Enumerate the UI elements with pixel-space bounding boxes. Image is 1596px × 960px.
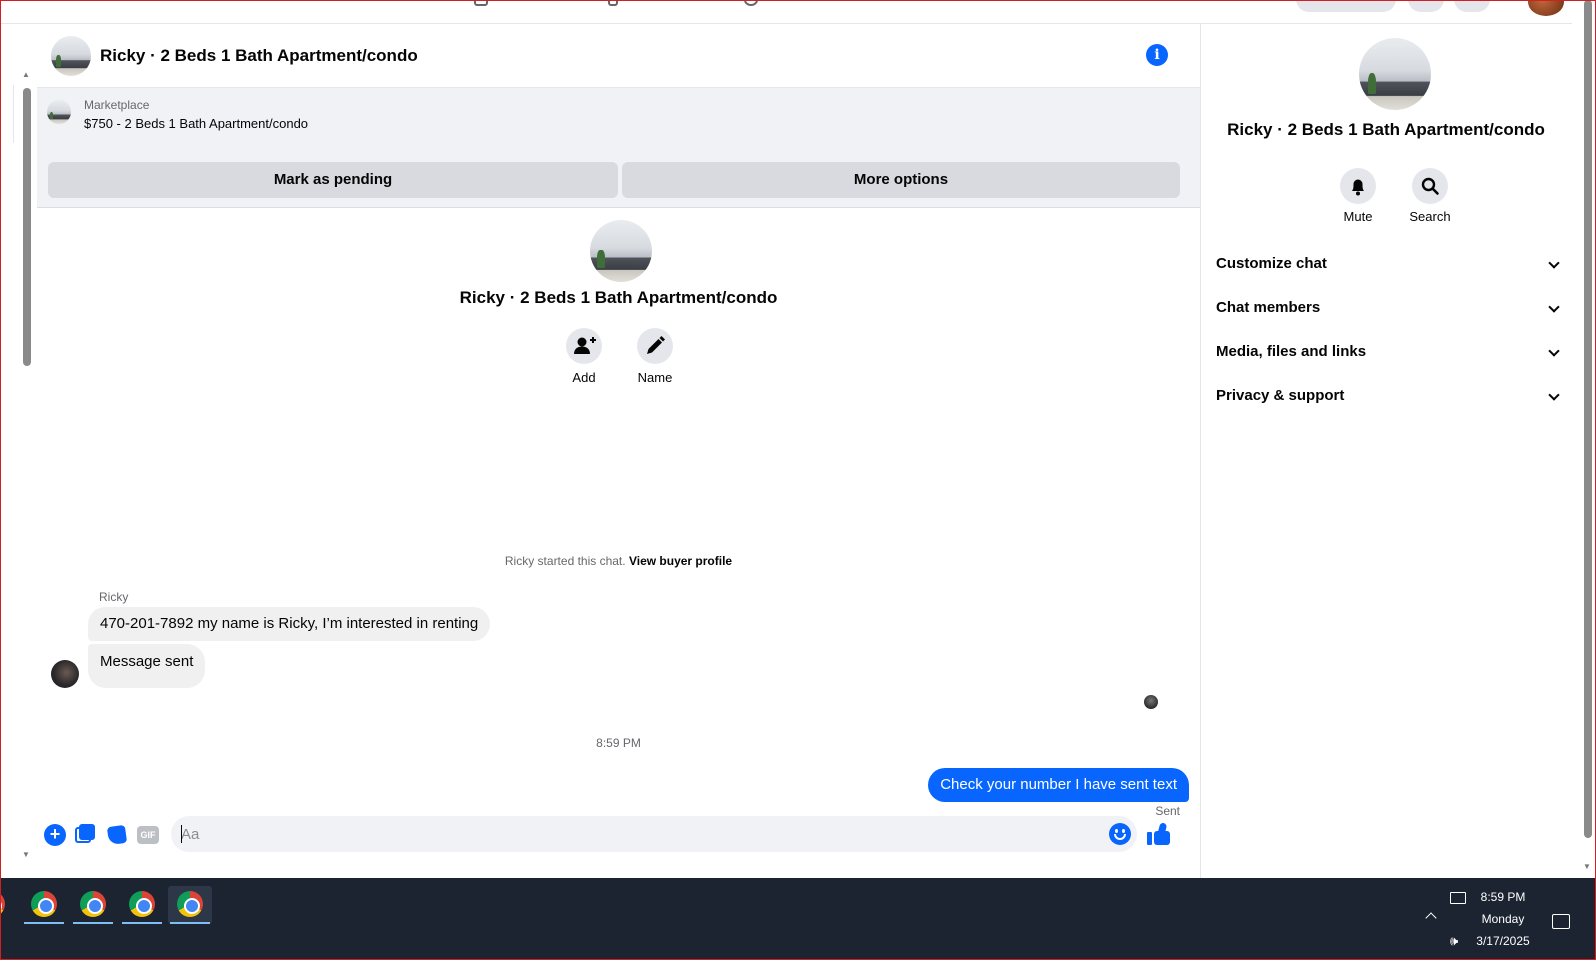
- marketplace-label: Marketplace: [84, 98, 150, 112]
- message-input[interactable]: [181, 816, 1081, 852]
- listing-thumbnail[interactable]: [47, 100, 71, 124]
- chat-avatar[interactable]: [51, 36, 91, 76]
- chevron-down-icon: [1548, 257, 1560, 269]
- bell-icon: [1340, 168, 1376, 204]
- name-chat-button[interactable]: Name: [625, 328, 685, 385]
- mute-label: Mute: [1343, 209, 1373, 224]
- emoji-icon[interactable]: [1109, 823, 1131, 845]
- marketplace-icon[interactable]: [474, 0, 488, 6]
- account-avatar[interactable]: [1528, 0, 1564, 16]
- pencil-icon: [637, 328, 673, 364]
- chevron-down-icon: [1548, 345, 1560, 357]
- search-icon: [1412, 168, 1448, 204]
- running-indicator: [24, 922, 64, 924]
- network-icon[interactable]: [1450, 892, 1466, 904]
- outgoing-message[interactable]: Check your number I have sent text: [928, 768, 1189, 802]
- taskbar-app[interactable]: [0, 886, 14, 924]
- page-scrollbar-thumb[interactable]: [1584, 0, 1592, 838]
- clock-date[interactable]: 3/17/2025: [1468, 934, 1538, 948]
- seen-receipt-avatar: [1144, 695, 1158, 709]
- left-panel-edge: [0, 85, 14, 143]
- taskbar-chrome-window[interactable]: [22, 886, 66, 924]
- sidebar-avatar[interactable]: [1359, 38, 1431, 110]
- started-text: Ricky started this chat.: [504, 554, 626, 568]
- section-label: Privacy & support: [1216, 387, 1345, 404]
- chrome-icon: [177, 891, 203, 917]
- media-files-links-section[interactable]: Media, files and links: [1216, 332, 1568, 372]
- chat-started-notice: Ricky started this chat. View buyer prof…: [37, 554, 1200, 568]
- sticker-icon[interactable]: [106, 824, 129, 846]
- section-label: Customize chat: [1216, 255, 1327, 272]
- listing-title[interactable]: $750 - 2 Beds 1 Bath Apartment/condo: [84, 116, 308, 131]
- add-people-button[interactable]: Add: [554, 328, 614, 385]
- message-sender-name: Ricky: [99, 590, 129, 604]
- sender-avatar[interactable]: [51, 660, 79, 688]
- text-cursor: [181, 825, 182, 843]
- scroll-up-arrow-icon[interactable]: ▲: [22, 70, 30, 79]
- taskbar-chrome-window-active[interactable]: [168, 886, 212, 924]
- page-scrollbar[interactable]: ▼: [1572, 0, 1596, 878]
- more-actions-plus-icon[interactable]: +: [44, 824, 66, 846]
- thumbs-up-icon[interactable]: [1147, 822, 1173, 848]
- running-indicator: [73, 922, 113, 924]
- search-label: Search: [1409, 209, 1451, 224]
- privacy-support-section[interactable]: Privacy & support: [1216, 376, 1568, 416]
- sidebar-chat-name: Ricky · 2 Beds 1 Bath Apartment/condo: [1227, 120, 1545, 139]
- volume-icon[interactable]: 🕪: [1450, 933, 1458, 949]
- create-button[interactable]: [1296, 0, 1396, 12]
- notification-center-icon[interactable]: [1552, 914, 1570, 929]
- taskbar-chrome-window[interactable]: [71, 886, 115, 924]
- groups-icon[interactable]: [744, 0, 758, 6]
- marketplace-listing-bar: Marketplace $750 - 2 Beds 1 Bath Apartme…: [37, 88, 1200, 208]
- gif-icon[interactable]: GIF: [137, 826, 159, 844]
- add-person-icon: [566, 328, 602, 364]
- show-hidden-icons-chevron-icon[interactable]: [1425, 912, 1437, 924]
- info-icon[interactable]: i: [1146, 44, 1168, 66]
- top-navigation-bar: [0, 0, 1596, 24]
- name-label: Name: [637, 370, 673, 385]
- intro-name: Ricky · 2 Beds 1 Bath Apartment/condo: [459, 288, 778, 307]
- chrome-icon: [80, 891, 106, 917]
- running-indicator: [170, 922, 210, 924]
- windows-taskbar: 🕪 8:59 PM Monday 3/17/2025: [0, 878, 1596, 960]
- notifications-icon[interactable]: [1454, 0, 1490, 12]
- chat-list-scrollbar[interactable]: ▲ ▼: [18, 70, 34, 878]
- watch-icon[interactable]: [608, 0, 618, 6]
- mute-button[interactable]: Mute: [1323, 168, 1393, 224]
- chrome-icon: [31, 891, 57, 917]
- attach-photo-icon[interactable]: [75, 824, 97, 846]
- running-indicator: [122, 922, 162, 924]
- chat-panel: Ricky · 2 Beds 1 Bath Apartment/condo i …: [37, 24, 1201, 878]
- customize-chat-section[interactable]: Customize chat: [1216, 244, 1568, 284]
- chat-members-section[interactable]: Chat members: [1216, 288, 1568, 328]
- search-button[interactable]: Search: [1395, 168, 1465, 224]
- mark-as-pending-button[interactable]: Mark as pending: [48, 162, 618, 198]
- more-options-button[interactable]: More options: [622, 162, 1180, 198]
- section-label: Media, files and links: [1216, 343, 1367, 360]
- chevron-down-icon: [1548, 389, 1560, 401]
- message-input-container[interactable]: [171, 816, 1137, 852]
- incoming-message[interactable]: 470-201-7892 my name is Ricky, I’m inter…: [88, 607, 491, 641]
- chat-title[interactable]: Ricky · 2 Beds 1 Bath Apartment/condo: [100, 46, 418, 66]
- message-composer: + GIF: [37, 816, 1200, 860]
- clock-time[interactable]: 8:59 PM: [1468, 890, 1538, 904]
- scroll-down-arrow-icon[interactable]: ▼: [1583, 862, 1591, 871]
- menu-icon[interactable]: [1408, 0, 1444, 12]
- view-buyer-profile-link[interactable]: View buyer profile: [629, 554, 732, 568]
- chat-header: Ricky · 2 Beds 1 Bath Apartment/condo i: [37, 24, 1200, 88]
- clock-day[interactable]: Monday: [1468, 912, 1538, 926]
- message-timestamp: 8:59 PM: [596, 736, 641, 750]
- chrome-icon: [0, 891, 5, 917]
- chevron-down-icon: [1548, 301, 1560, 313]
- incoming-message[interactable]: Message sent: [88, 644, 206, 688]
- section-label: Chat members: [1216, 299, 1321, 316]
- intro-avatar: [590, 220, 652, 282]
- scroll-down-arrow-icon[interactable]: ▼: [22, 850, 30, 859]
- chat-details-sidebar: Ricky · 2 Beds 1 Bath Apartment/condo Mu…: [1202, 24, 1570, 878]
- chrome-icon: [129, 891, 155, 917]
- scrollbar-thumb[interactable]: [23, 88, 31, 366]
- taskbar-chrome-window[interactable]: [120, 886, 164, 924]
- add-label: Add: [572, 370, 596, 385]
